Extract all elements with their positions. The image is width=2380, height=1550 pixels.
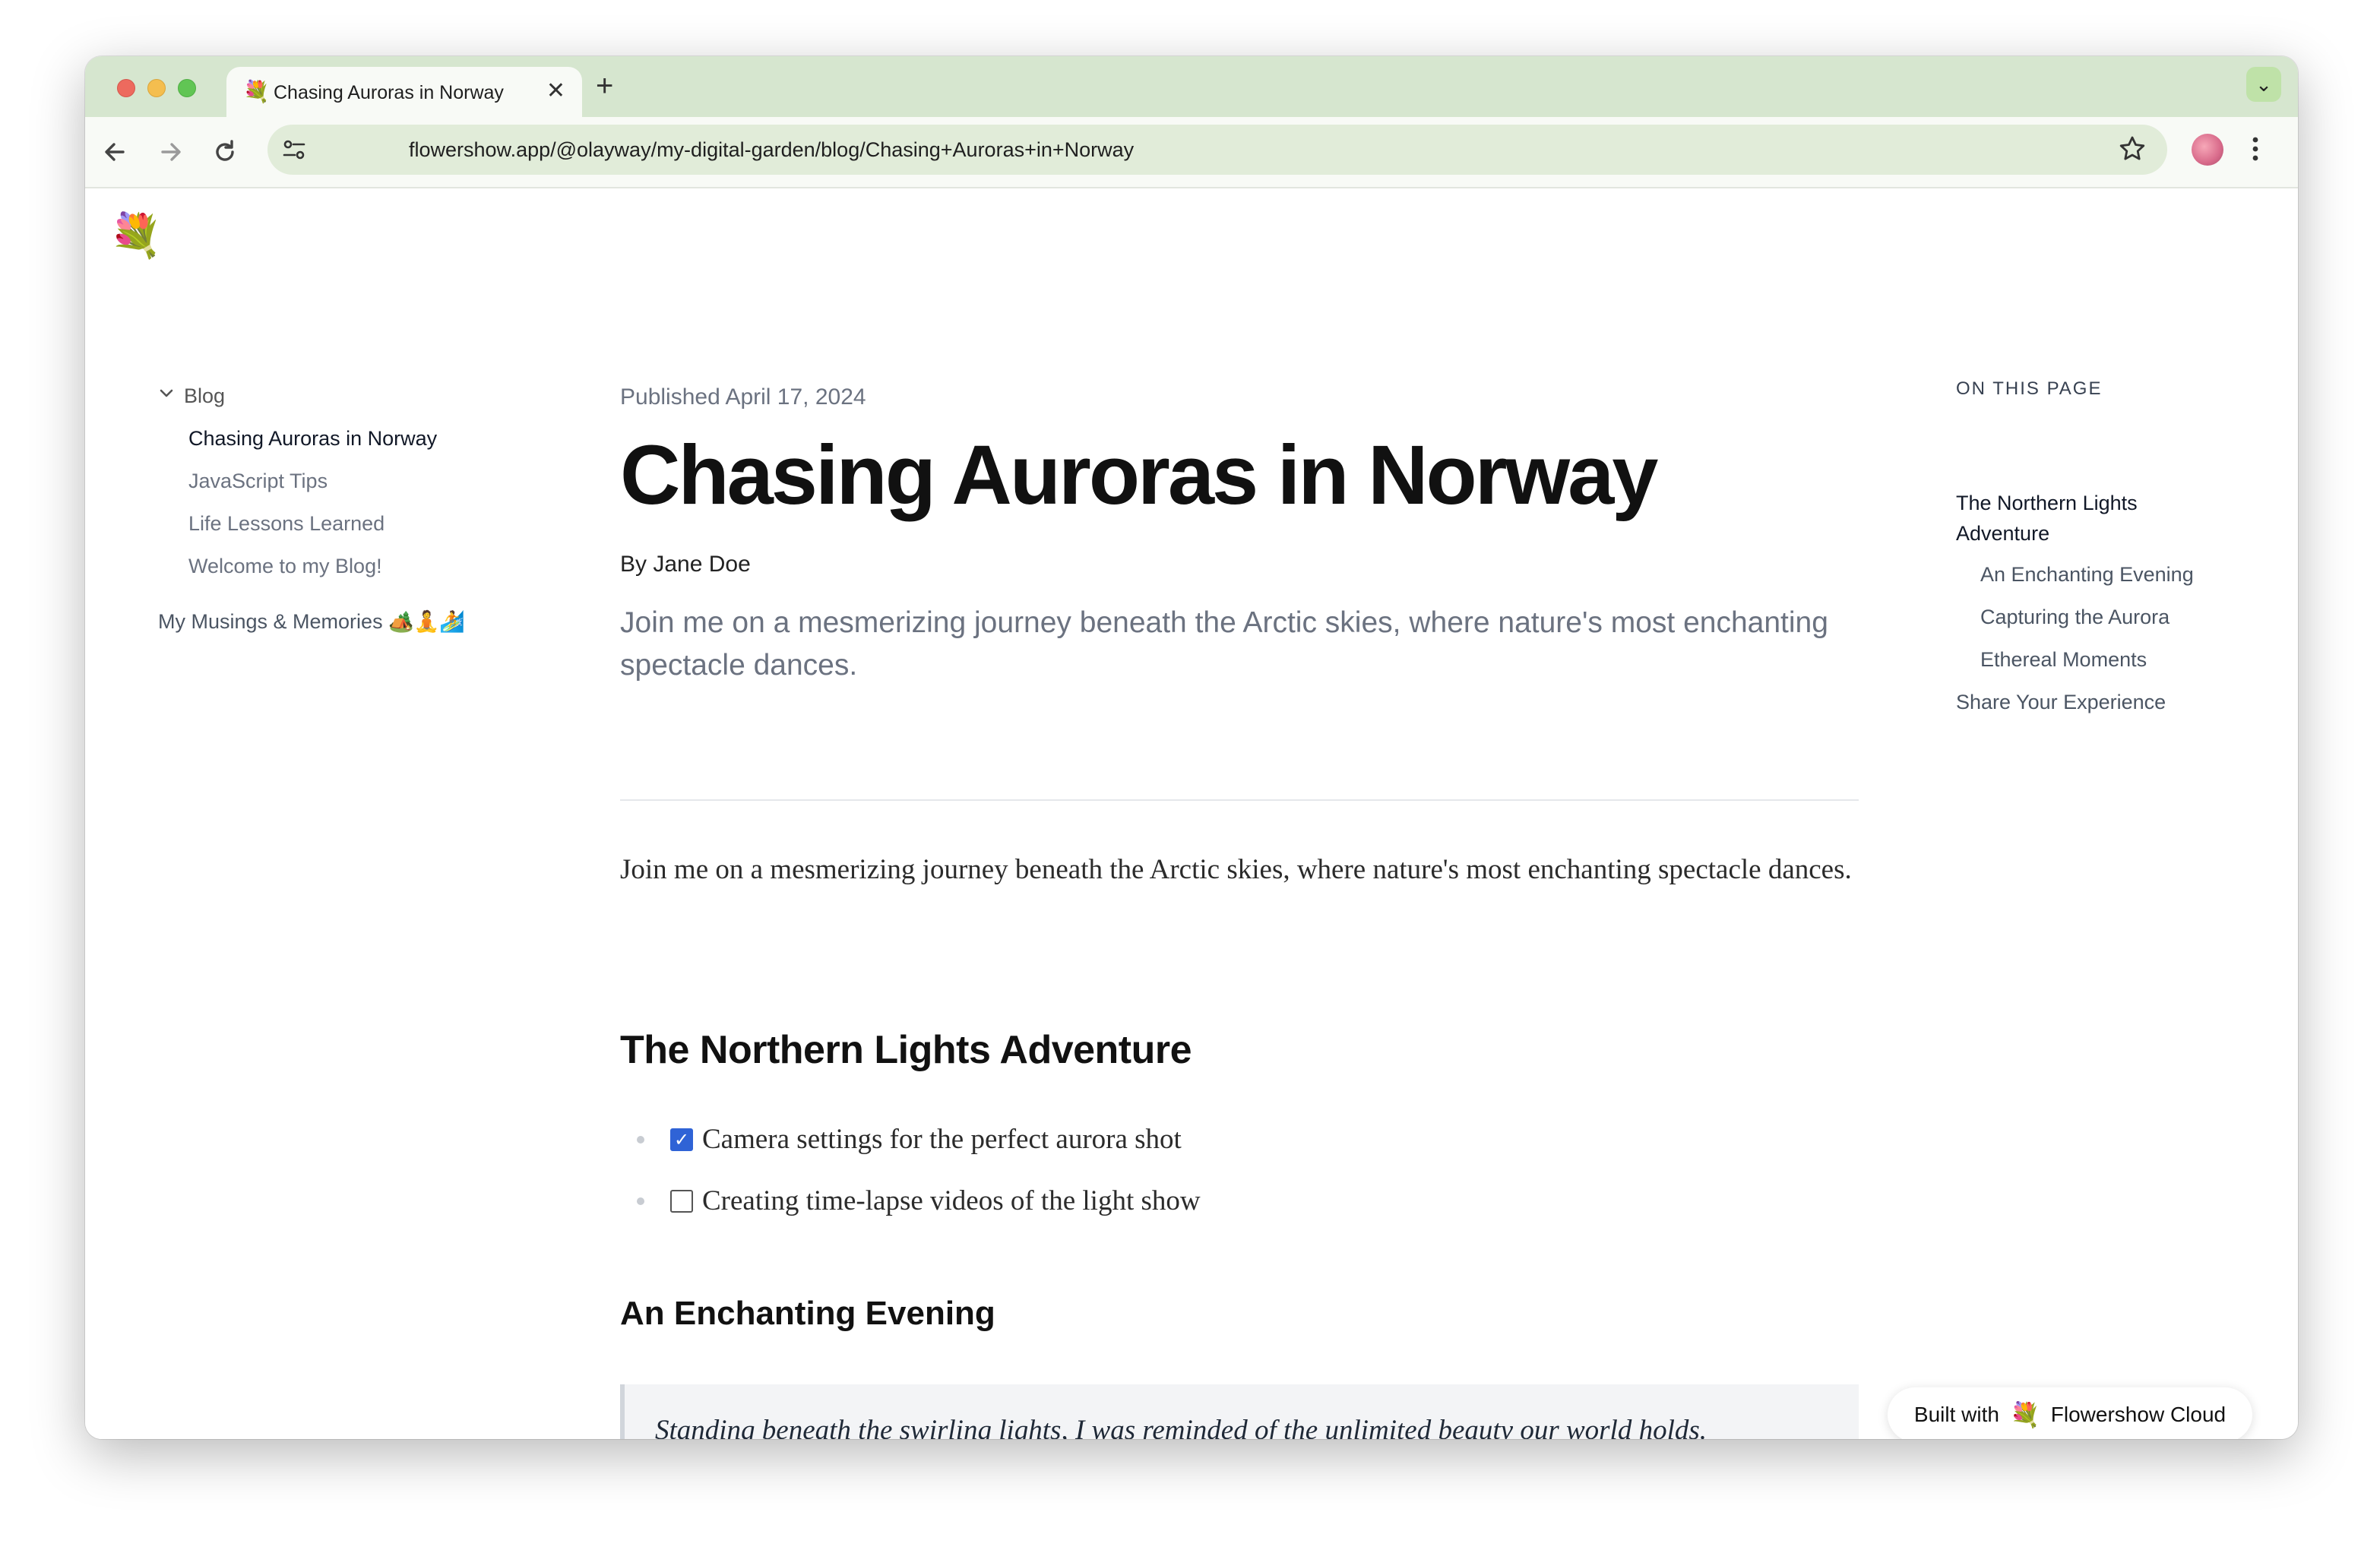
arrow-right-icon[interactable] <box>157 134 184 180</box>
sidebar-group-blog[interactable]: Blog <box>158 384 225 408</box>
toc-heading: ON THIS PAGE <box>1956 378 2103 399</box>
page-title: Chasing Auroras in Norway <box>620 429 1658 522</box>
sidebar-item-chasing-auroras[interactable]: Chasing Auroras in Norway <box>188 427 437 451</box>
browser-tab-active[interactable]: 💐 Chasing Auroras in Norway ✕ <box>226 67 582 117</box>
sidebar-item-javascript-tips[interactable]: JavaScript Tips <box>188 470 328 493</box>
divider <box>620 799 1859 801</box>
checkbox-unchecked[interactable] <box>670 1189 693 1213</box>
minimize-window-button[interactable] <box>147 79 166 97</box>
close-window-button[interactable] <box>117 79 135 97</box>
tab-title: Chasing Auroras in Norway <box>274 82 504 103</box>
sidebar-group-label: Blog <box>184 384 226 407</box>
toc-item-capturing-aurora[interactable]: Capturing the Aurora <box>1980 602 2170 632</box>
url-text[interactable]: flowershow.app/@olayway/my-digital-garde… <box>409 138 1134 162</box>
task-list-item: ✓ Camera settings for the perfect aurora… <box>637 1123 1853 1156</box>
web-page: 💐 Blog Chasing Auroras in Norway JavaScr… <box>85 188 2298 1439</box>
badge-prefix: Built with <box>1913 1403 1999 1426</box>
address-bar[interactable]: flowershow.app/@olayway/my-digital-garde… <box>267 125 2167 175</box>
site-logo[interactable]: 💐 <box>109 211 163 260</box>
flower-icon: 💐 <box>2009 1401 2040 1428</box>
article-lede: Join me on a mesmerizing journey beneath… <box>620 606 1828 682</box>
toc-item-northern-lights-adventure[interactable]: The Northern Lights Adventure <box>1956 488 2199 549</box>
sidebar-item-musings[interactable]: My Musings & Memories 🏕️🧘🏄 <box>158 609 465 634</box>
reload-icon[interactable] <box>211 134 239 180</box>
heading-enchanting-evening: An Enchanting Evening <box>620 1295 995 1332</box>
avatar[interactable] <box>2192 134 2223 166</box>
heading-northern-lights-adventure: The Northern Lights Adventure <box>620 1028 1192 1072</box>
bullet-icon <box>637 1135 644 1144</box>
star-icon[interactable] <box>2117 134 2147 171</box>
toc-item-enchanting-evening[interactable]: An Enchanting Evening <box>1980 559 2194 590</box>
zoom-window-button[interactable] <box>178 79 196 97</box>
close-tab-icon[interactable]: ✕ <box>546 78 565 105</box>
new-tab-button[interactable]: + <box>596 68 613 103</box>
bullet-icon <box>637 1197 644 1205</box>
chevron-down-icon <box>158 384 175 406</box>
tab-strip: 💐 Chasing Auroras in Norway ✕ + ⌄ <box>85 56 2298 117</box>
task-label: Creating time-lapse videos of the light … <box>702 1185 1201 1216</box>
toc-item-ethereal-moments[interactable]: Ethereal Moments <box>1980 644 2147 675</box>
published-date: Published April 17, 2024 <box>620 384 866 410</box>
browser-toolbar: flowershow.app/@olayway/my-digital-garde… <box>85 117 2298 188</box>
sidebar-item-welcome[interactable]: Welcome to my Blog! <box>188 555 382 578</box>
sidebar-item-life-lessons[interactable]: Life Lessons Learned <box>188 512 385 536</box>
blockquote: Standing beneath the swirling lights, I … <box>620 1384 1859 1439</box>
task-list-item: Creating time-lapse videos of the light … <box>637 1185 1853 1217</box>
tab-search-button[interactable]: ⌄ <box>2246 67 2281 102</box>
browser-window: 💐 Chasing Auroras in Norway ✕ + ⌄ flower… <box>85 56 2298 1439</box>
author-byline: By Jane Doe <box>620 552 751 577</box>
article-intro-paragraph: Join me on a mesmerizing journey beneath… <box>620 854 1852 885</box>
checkbox-checked[interactable]: ✓ <box>670 1128 693 1151</box>
kebab-menu-icon[interactable] <box>2249 131 2261 177</box>
built-with-badge[interactable]: Built with 💐 Flowershow Cloud <box>1888 1387 2252 1439</box>
toc-item-share-experience[interactable]: Share Your Experience <box>1956 687 2166 717</box>
site-settings-icon[interactable] <box>281 137 307 169</box>
badge-name: Flowershow Cloud <box>2050 1403 2227 1426</box>
arrow-left-icon[interactable] <box>102 134 129 180</box>
flower-favicon-icon: 💐 <box>243 80 270 103</box>
task-label: Camera settings for the perfect aurora s… <box>702 1124 1182 1155</box>
